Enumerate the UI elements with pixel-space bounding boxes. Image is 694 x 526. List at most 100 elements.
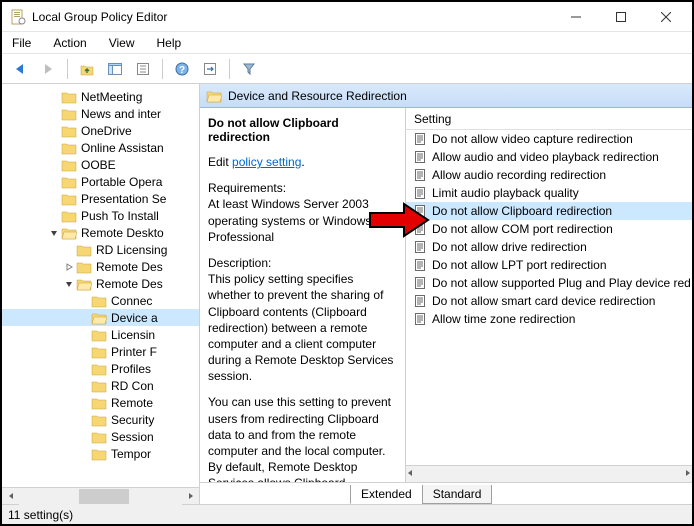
policy-icon <box>412 275 428 291</box>
tree-node-label: Licensin <box>111 328 155 342</box>
menu-file[interactable]: File <box>8 34 35 52</box>
edit-prefix: Edit <box>208 155 232 169</box>
tree-node-label: OneDrive <box>81 124 132 138</box>
folder-icon <box>76 277 92 291</box>
tree-node-label: OOBE <box>81 158 116 172</box>
help-button[interactable]: ? <box>170 57 194 81</box>
scroll-left-icon[interactable] <box>406 466 414 482</box>
tree-node[interactable]: Presentation Se <box>2 190 199 207</box>
tree-node[interactable]: Licensin <box>2 326 199 343</box>
tree-node-label: Connec <box>111 294 152 308</box>
list-item[interactable]: Do not allow Clipboard redirection <box>406 202 692 220</box>
scroll-left-icon[interactable] <box>2 488 19 505</box>
folder-icon <box>61 175 77 189</box>
tree-node[interactable]: Remote <box>2 394 199 411</box>
properties-button[interactable] <box>131 57 155 81</box>
tree-node[interactable]: Session <box>2 428 199 445</box>
policy-icon <box>412 167 428 183</box>
up-button[interactable] <box>75 57 99 81</box>
tree-horizontal-scrollbar[interactable] <box>2 487 199 504</box>
description-text-2: You can use this setting to prevent user… <box>208 394 397 482</box>
list-item[interactable]: Do not allow LPT port redirection <box>406 256 692 274</box>
tree-node[interactable]: Remote Deskto <box>2 224 199 241</box>
tree-node[interactable]: OOBE <box>2 156 199 173</box>
close-button[interactable] <box>643 3 688 31</box>
list-title-bar: Device and Resource Redirection <box>200 84 692 108</box>
column-header-setting[interactable]: Setting <box>406 108 692 130</box>
folder-icon <box>61 141 77 155</box>
tree-node-label: News and inter <box>81 107 161 121</box>
folder-icon <box>91 396 107 410</box>
folder-icon <box>76 243 92 257</box>
folder-icon <box>61 124 77 138</box>
folder-icon <box>61 226 77 240</box>
tree-node[interactable]: RD Licensing <box>2 241 199 258</box>
folder-icon <box>61 209 77 223</box>
menu-view[interactable]: View <box>105 34 139 52</box>
list-item-label: Do not allow LPT port redirection <box>432 258 607 272</box>
show-hide-tree-button[interactable] <box>103 57 127 81</box>
tab-standard[interactable]: Standard <box>422 485 493 504</box>
list-item[interactable]: Limit audio playback quality <box>406 184 692 202</box>
back-button[interactable] <box>8 57 32 81</box>
menu-help[interactable]: Help <box>153 34 186 52</box>
folder-icon <box>61 158 77 172</box>
list-item[interactable]: Do not allow COM port redirection <box>406 220 692 238</box>
tree-pane: NetMeeting News and inter OneDriveOnline A… <box>2 84 200 504</box>
tab-extended[interactable]: Extended <box>350 485 423 504</box>
toolbar-separator <box>162 59 163 79</box>
tree-node[interactable]: Printer F <box>2 343 199 360</box>
edit-policy-link[interactable]: policy setting <box>232 155 301 169</box>
tree-node[interactable]: Device a <box>2 309 199 326</box>
list-item[interactable]: Do not allow smart card device redirecti… <box>406 292 692 310</box>
scroll-right-icon[interactable] <box>684 466 692 482</box>
list-item[interactable]: Allow audio and video playback redirecti… <box>406 148 692 166</box>
tree-node[interactable]: NetMeeting <box>2 88 199 105</box>
forward-button[interactable] <box>36 57 60 81</box>
policy-icon <box>412 239 428 255</box>
tree-node[interactable]: Online Assistan <box>2 139 199 156</box>
tree-node[interactable]: Remote Des <box>2 258 199 275</box>
filter-button[interactable] <box>237 57 261 81</box>
list-horizontal-scrollbar[interactable] <box>406 465 692 482</box>
tree-node[interactable]: Connec <box>2 292 199 309</box>
maximize-button[interactable] <box>598 3 643 31</box>
tree-node[interactable]: Portable Opera <box>2 173 199 190</box>
list-item[interactable]: Allow audio recording redirection <box>406 166 692 184</box>
tree-node-label: Portable Opera <box>81 175 162 189</box>
list-item-label: Do not allow video capture redirection <box>432 132 633 146</box>
tree-node[interactable]: OneDrive <box>2 122 199 139</box>
menu-action[interactable]: Action <box>49 34 90 52</box>
policy-icon <box>412 131 428 147</box>
tree-node[interactable]: RD Con <box>2 377 199 394</box>
tree-expand-icon[interactable] <box>47 228 61 238</box>
tree-node-label: Device a <box>111 311 158 325</box>
tree-expand-icon[interactable] <box>62 262 76 272</box>
scroll-right-icon[interactable] <box>182 488 199 505</box>
list-item[interactable]: Do not allow supported Plug and Play dev… <box>406 274 692 292</box>
tree-node[interactable]: Profiles <box>2 360 199 377</box>
minimize-button[interactable] <box>553 3 598 31</box>
list-item[interactable]: Do not allow drive redirection <box>406 238 692 256</box>
export-button[interactable] <box>198 57 222 81</box>
folder-icon <box>91 328 107 342</box>
folder-icon <box>76 260 92 274</box>
list-item-label: Do not allow drive redirection <box>432 240 587 254</box>
tree-node[interactable]: Security <box>2 411 199 428</box>
tree-node[interactable]: Push To Install <box>2 207 199 224</box>
policy-icon <box>412 257 428 273</box>
menubar: File Action View Help <box>2 32 692 54</box>
description-label: Description: <box>208 255 397 271</box>
tree-node[interactable]: Tempor <box>2 445 199 462</box>
policy-icon <box>412 311 428 327</box>
status-text: 11 setting(s) <box>8 508 73 522</box>
list-title: Device and Resource Redirection <box>228 89 407 103</box>
list-item[interactable]: Allow time zone redirection <box>406 310 692 328</box>
window-title: Local Group Policy Editor <box>32 10 553 24</box>
folder-icon <box>91 447 107 461</box>
list-item[interactable]: Do not allow video capture redirection <box>406 130 692 148</box>
tree-node[interactable]: News and inter <box>2 105 199 122</box>
tree-node[interactable]: Remote Des <box>2 275 199 292</box>
tree-expand-icon[interactable] <box>62 279 76 289</box>
tree-node-label: RD Con <box>111 379 154 393</box>
